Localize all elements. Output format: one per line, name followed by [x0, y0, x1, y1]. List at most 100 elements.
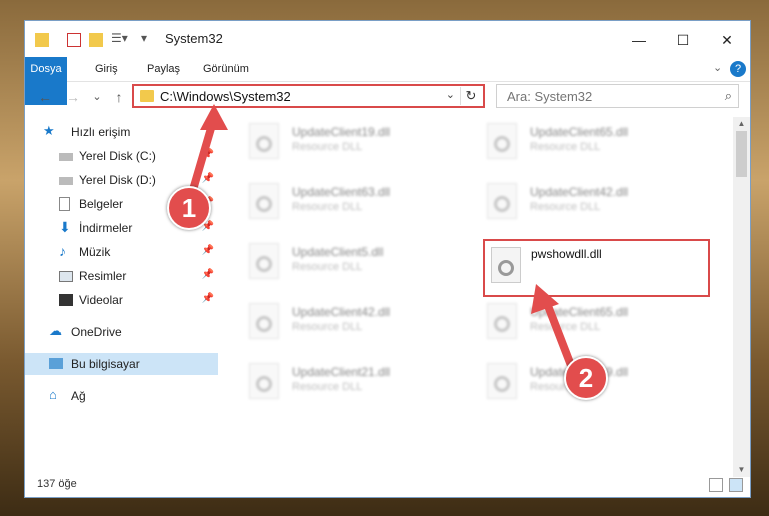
file-item[interactable]: UpdateClient65.dll Resource DLL [479, 299, 699, 347]
new-folder-icon[interactable] [89, 33, 103, 47]
chevron-down-icon[interactable]: ▾ [141, 31, 147, 49]
network-icon: ⌂ [49, 387, 57, 402]
dll-file-icon [487, 303, 517, 339]
dll-file-icon [491, 247, 521, 283]
file-item-pwshowdll[interactable]: pwshowdll.dll [483, 239, 710, 297]
file-type: Resource DLL [530, 201, 601, 213]
pin-icon[interactable]: 📌 [202, 269, 214, 280]
sidebar-item-label: Resimler [79, 269, 127, 283]
forward-button[interactable]: → [63, 87, 83, 107]
dll-file-icon [249, 303, 279, 339]
file-type: Resource DLL [292, 381, 363, 393]
sidebar-item-label: Belgeler [79, 197, 124, 211]
dll-file-icon [249, 183, 279, 219]
file-type: Resource DLL [292, 141, 363, 153]
file-item[interactable]: UpdateClient42.dll Resource DLL [241, 299, 461, 347]
pin-icon[interactable]: 📌 [202, 173, 214, 184]
folder-icon [140, 90, 154, 102]
sidebar-item-pictures[interactable]: Resimler 📌 [25, 265, 218, 287]
picture-icon [59, 271, 73, 282]
file-type: Resource DLL [530, 141, 601, 153]
gear-icon [256, 136, 272, 152]
back-button[interactable]: ← [35, 87, 55, 107]
tab-view[interactable]: Görünüm [195, 57, 257, 81]
customize-toolbar-icon[interactable]: ☰▾ [111, 31, 128, 49]
gear-icon [256, 256, 272, 272]
sidebar-item-network[interactable]: ⌂ Ağ [25, 385, 218, 407]
sidebar-item-label: OneDrive [71, 325, 122, 339]
item-count: 137 öğe [37, 478, 77, 490]
dll-file-icon [487, 123, 517, 159]
recent-locations-button[interactable]: ⌄ [87, 87, 107, 107]
file-name: UpdateClient19.dll [292, 125, 391, 139]
refresh-button[interactable]: ↻ [460, 87, 481, 105]
file-name: UpdateClient42.dll [292, 305, 391, 319]
sidebar-item-quick-access[interactable]: ★ Hızlı erişim [25, 121, 218, 143]
file-type: Resource DLL [292, 261, 363, 273]
sidebar-item-disk-c[interactable]: Yerel Disk (C:) 📌 [25, 145, 218, 167]
title-bar: ☰▾ ▾ System32 — ☐ ✕ [25, 21, 750, 57]
scroll-up-icon[interactable]: ▲ [733, 117, 750, 131]
cloud-icon: ☁ [49, 323, 62, 338]
tab-share[interactable]: Paylaş [139, 57, 188, 81]
properties-icon[interactable] [67, 33, 81, 47]
dll-file-icon [487, 183, 517, 219]
file-list: UpdateClient19.dll Resource DLL UpdateCl… [241, 117, 734, 477]
gear-icon [494, 196, 510, 212]
pin-icon[interactable]: 📌 [202, 293, 214, 304]
folder-icon [35, 33, 49, 47]
gear-icon [494, 376, 510, 392]
file-type: Resource DLL [530, 321, 601, 333]
gear-icon [494, 136, 510, 152]
tab-home[interactable]: Giriş [87, 57, 126, 81]
expand-ribbon-icon[interactable]: ⌄ [713, 61, 722, 74]
gear-icon [256, 196, 272, 212]
file-item[interactable]: UpdateClient42.dll Resource DLL [479, 179, 699, 227]
vertical-scrollbar[interactable]: ▲ ▼ [733, 117, 750, 477]
sidebar-item-label: Yerel Disk (D:) [79, 173, 156, 187]
pin-icon[interactable]: 📌 [202, 149, 214, 160]
address-bar[interactable]: C:\Windows\System32 ⌄ ↻ [132, 84, 485, 108]
callout-1: 1 [167, 186, 211, 230]
file-type: Resource DLL [292, 201, 363, 213]
pin-icon[interactable]: 📌 [202, 245, 214, 256]
file-item[interactable]: UpdateClient63.dll Resource DLL [241, 179, 461, 227]
window-title: System32 [165, 31, 223, 46]
sidebar-item-onedrive[interactable]: ☁ OneDrive [25, 321, 218, 343]
video-icon [59, 294, 73, 306]
sidebar-item-label: Videolar [79, 293, 123, 307]
chevron-down-icon[interactable]: ⌄ [446, 88, 455, 101]
sidebar-item-label: Müzik [79, 245, 111, 259]
computer-icon [49, 358, 63, 369]
search-icon[interactable]: ⌕ [725, 88, 732, 104]
large-icons-view-icon[interactable] [729, 478, 743, 492]
file-name: pwshowdll.dll [531, 247, 602, 261]
address-path[interactable]: C:\Windows\System32 [160, 89, 291, 104]
sidebar-item-videos[interactable]: Videolar 📌 [25, 289, 218, 311]
dll-file-icon [487, 363, 517, 399]
file-item[interactable]: UpdateClient21.dll Resource DLL [241, 359, 461, 407]
navigation-pane: ★ Hızlı erişim Yerel Disk (C:) 📌 Yerel D… [25, 117, 218, 467]
ribbon-tabs: Dosya Giriş Paylaş Görünüm ⌄ ? [25, 57, 750, 105]
file-name: UpdateClient5.dll [292, 245, 384, 259]
up-button[interactable]: ↑ [109, 87, 129, 107]
details-view-icon[interactable] [709, 478, 723, 492]
dll-file-icon [249, 243, 279, 279]
search-input[interactable] [505, 88, 709, 105]
sidebar-item-this-pc[interactable]: Bu bilgisayar [25, 353, 218, 375]
file-item[interactable]: UpdateClient5.dll Resource DLL [241, 239, 461, 287]
gear-icon [256, 316, 272, 332]
scrollbar-thumb[interactable] [736, 131, 747, 177]
help-button[interactable]: ? [730, 61, 746, 77]
file-item[interactable]: UpdateClient19.dll Resource DLL [241, 119, 461, 167]
minimize-button[interactable]: — [617, 27, 661, 53]
close-button[interactable]: ✕ [705, 27, 749, 53]
music-icon: ♪ [59, 243, 66, 259]
file-item[interactable]: UpdateClient65.dll Resource DLL [479, 119, 699, 167]
callout-2: 2 [564, 356, 608, 400]
search-box[interactable]: ⌕ [496, 84, 739, 108]
sidebar-item-music[interactable]: ♪ Müzik 📌 [25, 241, 218, 263]
maximize-button[interactable]: ☐ [661, 27, 705, 53]
file-name: UpdateClient63.dll [292, 185, 391, 199]
gear-icon [494, 316, 510, 332]
